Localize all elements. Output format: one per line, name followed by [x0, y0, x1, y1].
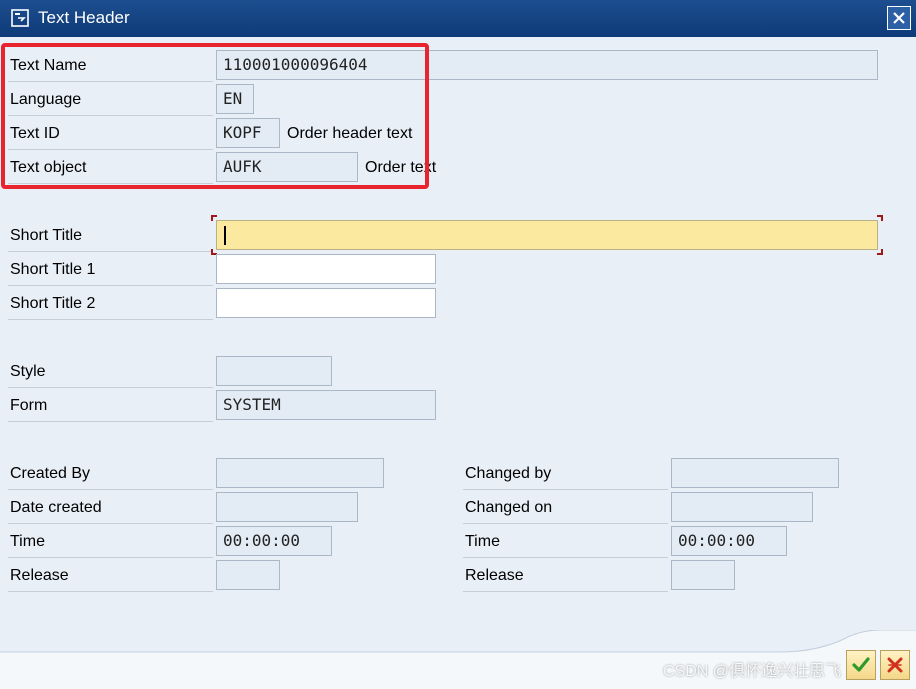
short-title-label: Short Title — [10, 227, 83, 244]
changed-on-field[interactable] — [671, 492, 813, 522]
short-title-1-input[interactable] — [216, 254, 436, 284]
checkmark-icon — [852, 657, 870, 672]
focus-corner — [877, 215, 883, 221]
short-title-input[interactable] — [216, 220, 878, 250]
text-name-field[interactable]: 110001000096404 — [216, 50, 878, 80]
changed-by-field[interactable] — [671, 458, 839, 488]
release-created-field[interactable] — [216, 560, 280, 590]
style-label: Style — [10, 363, 46, 380]
time-created-label: Time — [10, 533, 45, 550]
date-created-field[interactable] — [216, 492, 358, 522]
language-field[interactable]: EN — [216, 84, 254, 114]
release-changed-field[interactable] — [671, 560, 735, 590]
window-title: Text Header — [38, 8, 130, 27]
release-created-label: Release — [10, 567, 69, 584]
created-by-field[interactable] — [216, 458, 384, 488]
form-label: Form — [10, 397, 48, 414]
changed-on-label: Changed on — [465, 499, 553, 516]
created-by-label: Created By — [10, 465, 91, 482]
confirm-button[interactable] — [846, 650, 876, 680]
title-bar: Text Header — [0, 0, 916, 37]
short-title-2-input[interactable] — [216, 288, 436, 318]
window-icon — [11, 9, 29, 27]
close-button[interactable] — [887, 6, 911, 30]
changed-by-label: Changed by — [465, 465, 552, 482]
date-created-label: Date created — [10, 499, 102, 516]
text-id-label: Text ID — [10, 125, 60, 142]
style-field[interactable] — [216, 356, 332, 386]
text-object-label: Text object — [10, 159, 87, 176]
text-id-description: Order header text — [287, 125, 413, 142]
time-changed-label: Time — [465, 533, 500, 550]
text-object-field[interactable]: AUFK — [216, 152, 358, 182]
focus-corner — [211, 215, 217, 221]
time-created-field[interactable]: 00:00:00 — [216, 526, 332, 556]
watermark-text: CSDN @俱怀逸兴壮思飞 — [663, 663, 842, 680]
short-title-1-label: Short Title 1 — [10, 261, 96, 278]
release-changed-label: Release — [465, 567, 524, 584]
text-name-label: Text Name — [10, 57, 87, 74]
text-object-description: Order text — [365, 159, 437, 176]
form-field[interactable]: SYSTEM — [216, 390, 436, 420]
time-changed-field[interactable]: 00:00:00 — [671, 526, 787, 556]
close-icon — [893, 12, 905, 24]
cancel-icon — [887, 657, 903, 673]
language-label: Language — [10, 91, 82, 108]
short-title-2-label: Short Title 2 — [10, 295, 96, 312]
focus-corner — [877, 249, 883, 255]
text-id-field[interactable]: KOPF — [216, 118, 280, 148]
text-cursor — [224, 226, 226, 245]
cancel-button[interactable] — [880, 650, 910, 680]
